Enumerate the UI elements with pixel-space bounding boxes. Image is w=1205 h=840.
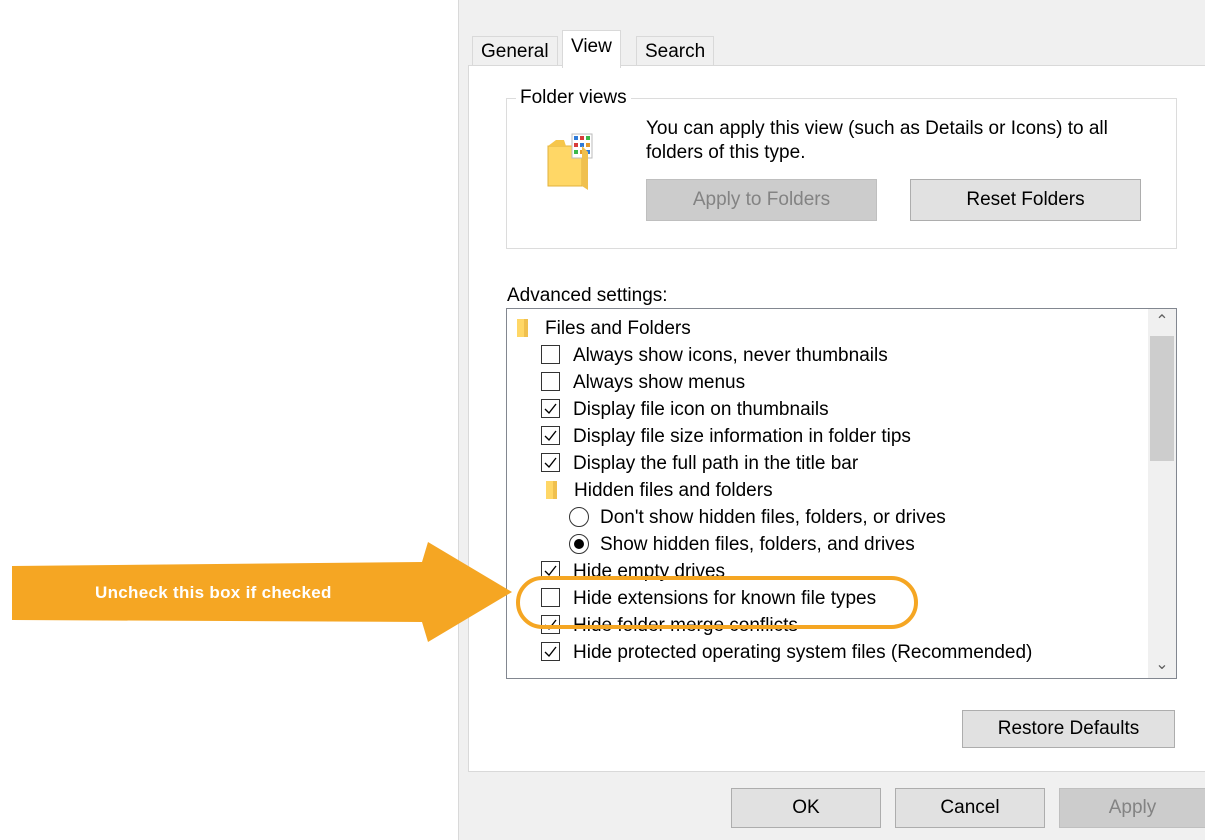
folder-views-description: You can apply this view (such as Details…	[646, 118, 1108, 163]
callout-text: Uncheck this box if checked	[95, 583, 332, 602]
tab-general[interactable]: General	[472, 36, 558, 67]
option-label: Hide protected operating system files (R…	[573, 642, 1033, 663]
radio-button-selected[interactable]	[569, 534, 589, 554]
highlight-oval	[516, 576, 918, 629]
checkmark-icon	[544, 457, 557, 469]
view-tab-panel: Folder views You can apply this view (su…	[468, 65, 1205, 772]
option-label: Always show icons, never thumbnails	[573, 345, 888, 366]
tab-search[interactable]: Search	[636, 36, 715, 67]
option-label: Don't show hidden files, folders, or dri…	[600, 507, 946, 528]
option-label: Display file size information in folder …	[573, 426, 911, 447]
restore-defaults-button[interactable]: Restore Defaults	[962, 710, 1175, 748]
option-label: Always show menus	[573, 372, 746, 393]
checkmark-icon	[544, 403, 557, 415]
tree-node-label: Hidden files and folders	[574, 480, 773, 501]
folder-icon	[546, 481, 557, 499]
checkbox-unchecked[interactable]	[541, 345, 560, 364]
folder-views-group: Folder views You can apply this view (su…	[506, 87, 1177, 249]
folder-icon	[517, 319, 528, 337]
checkbox-unchecked[interactable]	[541, 372, 560, 391]
scroll-down-icon[interactable]: ⌄	[1148, 652, 1176, 678]
reset-folders-button[interactable]: Reset Folders	[910, 179, 1141, 221]
ok-button[interactable]: OK	[731, 788, 881, 828]
cancel-button[interactable]: Cancel	[895, 788, 1045, 828]
apply-to-folders-button[interactable]: Apply to Folders	[646, 179, 877, 221]
option-label: Display the full path in the title bar	[573, 453, 859, 474]
checkmark-icon	[544, 430, 557, 442]
checkbox-checked[interactable]	[541, 642, 560, 661]
folder-options-dialog: General View Search Folder views You can…	[458, 0, 1205, 840]
scroll-thumb[interactable]	[1150, 336, 1174, 461]
checkbox-checked[interactable]	[541, 453, 560, 472]
scroll-up-icon[interactable]: ⌃	[1148, 309, 1176, 335]
tree-node-label: Files and Folders	[545, 318, 691, 339]
radio-button-unselected[interactable]	[569, 507, 589, 527]
folder-views-icon	[547, 133, 593, 190]
checkbox-checked[interactable]	[541, 426, 560, 445]
tab-view[interactable]: View	[562, 30, 621, 68]
advanced-settings-label: Advanced settings:	[507, 285, 668, 306]
checkbox-checked[interactable]	[541, 399, 560, 418]
option-label: Display file icon on thumbnails	[573, 399, 829, 420]
folder-views-legend: Folder views	[516, 87, 631, 109]
option-label: Show hidden files, folders, and drives	[600, 534, 915, 555]
vertical-scrollbar[interactable]: ⌃ ⌄	[1148, 309, 1176, 678]
checkmark-icon	[544, 646, 557, 658]
apply-button[interactable]: Apply	[1059, 788, 1205, 828]
